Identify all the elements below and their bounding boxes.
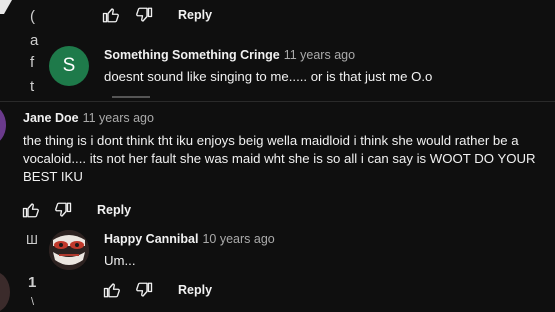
avatar[interactable] [0, 106, 6, 144]
edge-char: Ш [26, 232, 38, 247]
edge-char: 1 [28, 274, 37, 291]
comment-timestamp[interactable]: 11 years ago [83, 111, 154, 125]
reply-button[interactable]: Reply [178, 8, 212, 22]
comment-text: doesnt sound like singing to me..... or … [104, 69, 433, 84]
divider [0, 101, 555, 102]
avatar[interactable] [0, 272, 10, 312]
like-icon[interactable] [22, 201, 40, 219]
avatar-letter: S [62, 55, 76, 76]
dislike-icon[interactable] [54, 201, 72, 219]
comment-author[interactable]: Jane Doe 11 years ago [23, 111, 154, 125]
comment-author[interactable]: Happy Cannibal 10 years ago [104, 232, 275, 246]
reply-button[interactable]: Reply [97, 203, 131, 217]
avatar[interactable] [49, 230, 89, 270]
edge-char: ( [30, 8, 35, 25]
cropped-actions-divider [112, 96, 150, 98]
like-icon[interactable] [102, 6, 120, 24]
author-name[interactable]: Jane Doe [23, 111, 79, 125]
avatar[interactable]: S [49, 46, 89, 86]
cropped-avatar-icon [0, 0, 14, 16]
dislike-icon[interactable] [135, 281, 153, 299]
dislike-icon[interactable] [135, 6, 153, 24]
comment-text: the thing is i dont think tht iku enjoys… [23, 133, 536, 184]
edge-char: f [30, 54, 35, 71]
author-name[interactable]: Happy Cannibal [104, 232, 198, 246]
author-name[interactable]: Something Something Cringe [104, 48, 280, 62]
edge-char: a [30, 32, 39, 49]
reply-button[interactable]: Reply [178, 283, 212, 297]
edge-char: \ [31, 296, 35, 308]
like-icon[interactable] [103, 281, 121, 299]
edge-char: t [30, 78, 35, 95]
comment-timestamp[interactable]: 10 years ago [202, 232, 274, 246]
comment-author[interactable]: Something Something Cringe 11 years ago [104, 48, 355, 62]
comment-text: Um... [104, 253, 136, 268]
comment-timestamp[interactable]: 11 years ago [284, 48, 355, 62]
